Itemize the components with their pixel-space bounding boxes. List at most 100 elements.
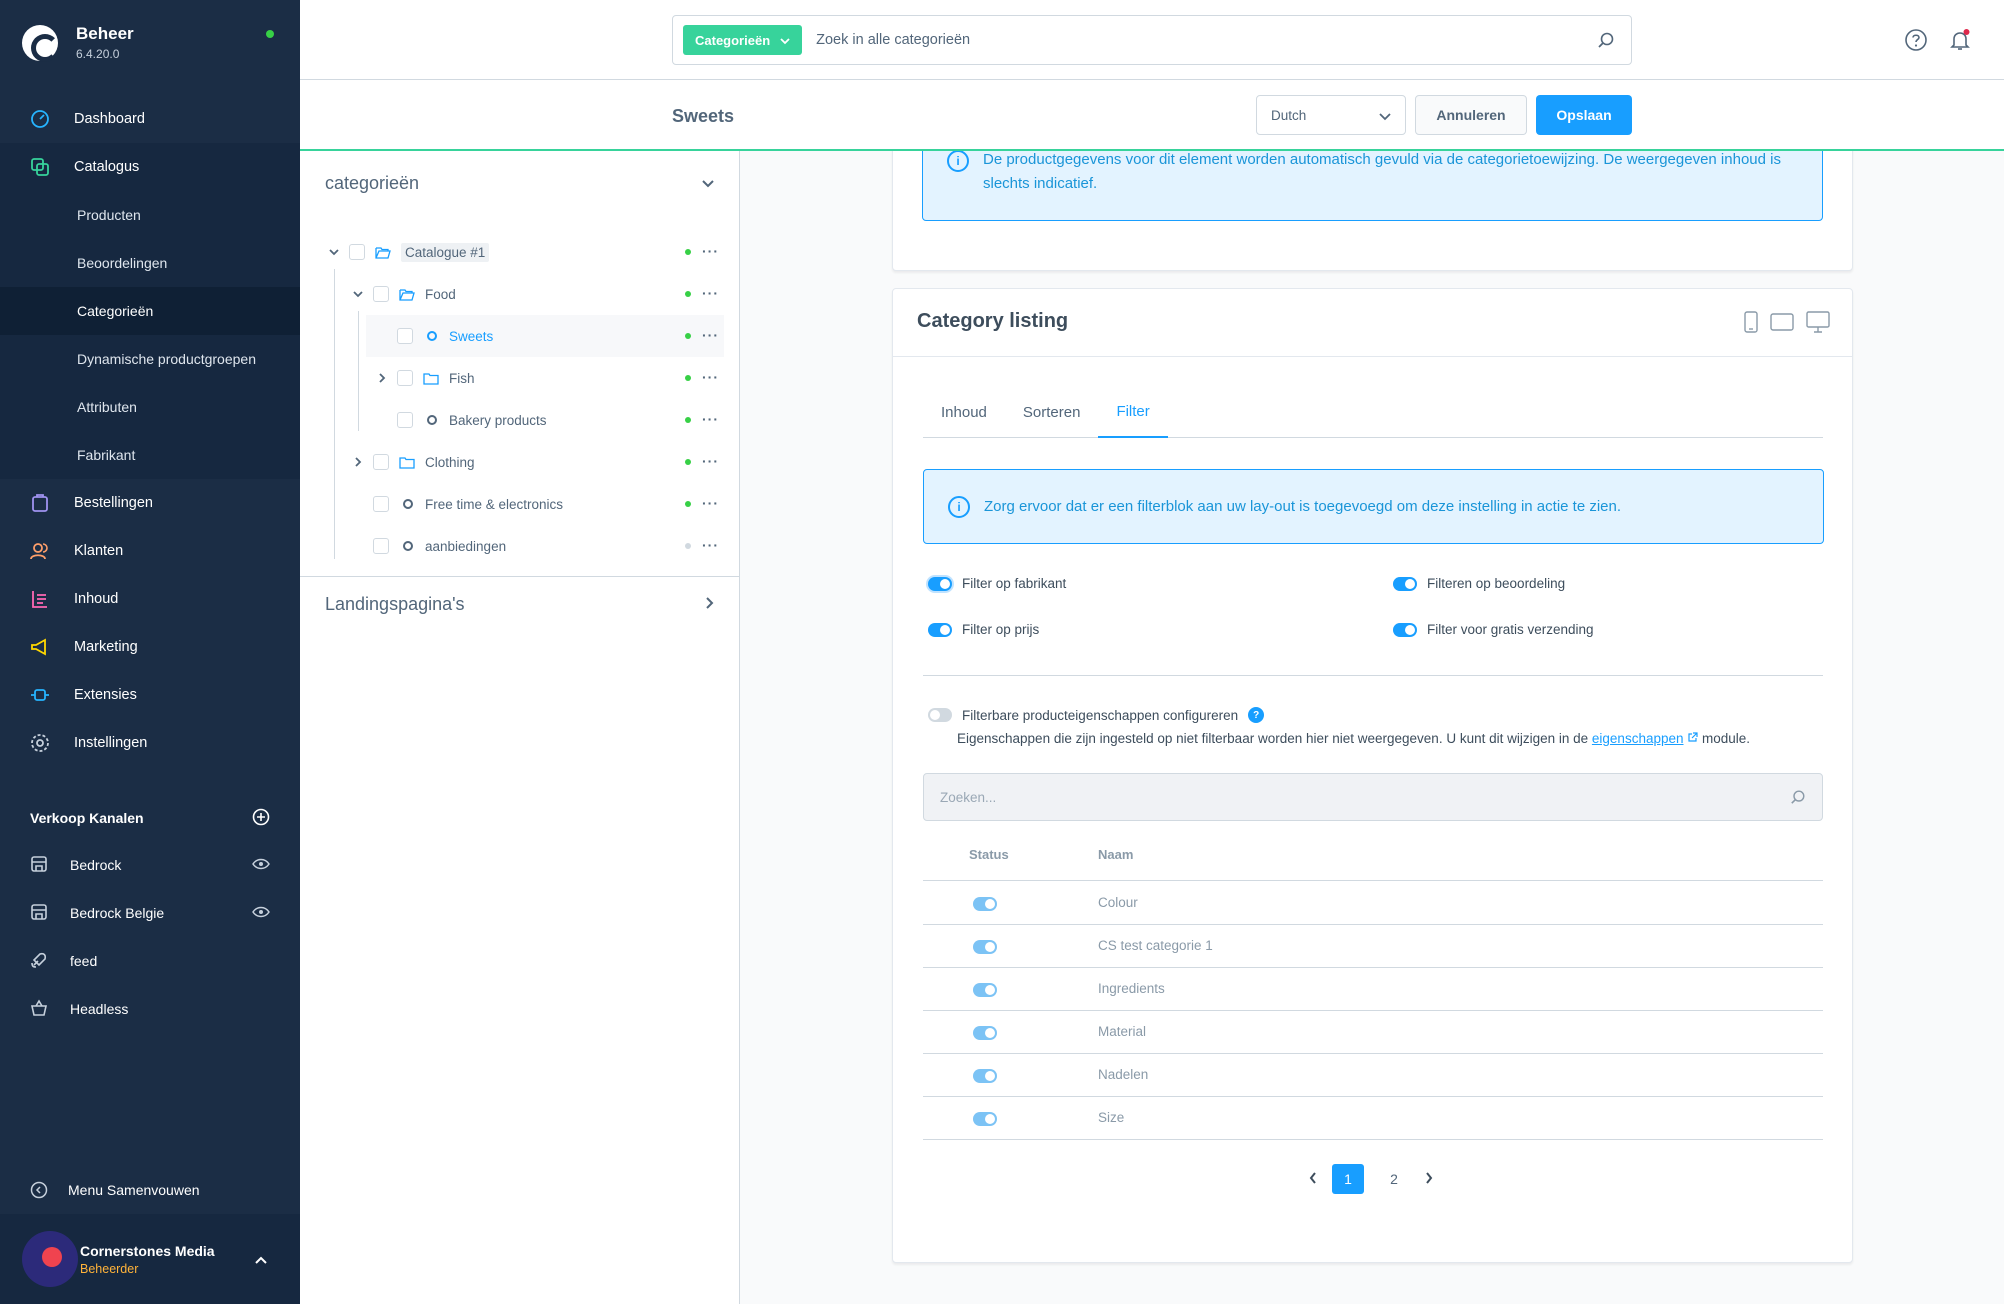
channel-bedrock[interactable]: Bedrock <box>0 841 300 889</box>
context-menu-icon[interactable]: ··· <box>702 285 719 301</box>
page-button[interactable]: 1 <box>1332 1164 1364 1194</box>
help-icon[interactable]: ? <box>1248 707 1265 723</box>
search-type-select[interactable]: Categorieën <box>683 25 803 55</box>
cancel-button[interactable]: Annuleren <box>1415 95 1527 135</box>
tab-sorteren[interactable]: Sorteren <box>1005 387 1099 437</box>
context-menu-icon[interactable]: ··· <box>702 369 719 385</box>
tree-checkbox[interactable] <box>373 538 389 554</box>
channel-headless[interactable]: Headless <box>0 985 300 1033</box>
tab-filter[interactable]: Filter <box>1098 387 1168 438</box>
toggle-switch[interactable] <box>973 1112 997 1126</box>
tree-item[interactable]: Bakery products ··· <box>300 399 740 441</box>
nav-dashboard[interactable]: Dashboard <box>0 95 300 143</box>
toggle-switch[interactable] <box>928 622 952 637</box>
language-select[interactable]: Dutch <box>1256 95 1406 135</box>
toggle-switch[interactable] <box>928 708 952 722</box>
tree-checkbox[interactable] <box>373 496 389 512</box>
nav-marketing[interactable]: Marketing <box>0 623 300 671</box>
tree-checkbox[interactable] <box>373 454 389 470</box>
switch-filter-price[interactable]: Filter op prijs <box>928 622 1039 637</box>
chevron-down-icon[interactable] <box>325 248 343 256</box>
tree-checkbox[interactable] <box>397 370 413 386</box>
chevron-down-icon[interactable] <box>349 290 367 298</box>
nav-extensies[interactable]: Extensies <box>0 671 300 719</box>
desktop-view-icon[interactable] <box>1806 311 1830 338</box>
nav-fabrikant[interactable]: Fabrikant <box>0 431 300 479</box>
context-menu-icon[interactable]: ··· <box>702 537 719 553</box>
search-icon[interactable] <box>1790 789 1806 805</box>
toggle-switch[interactable] <box>1393 622 1417 637</box>
toggle-switch[interactable] <box>973 897 997 911</box>
tree-item-selected[interactable]: Sweets ··· <box>366 315 724 357</box>
channel-feed[interactable]: feed <box>0 937 300 985</box>
add-channel-icon[interactable] <box>252 808 270 829</box>
nav-attributen[interactable]: Attributen <box>0 383 300 431</box>
help-icon[interactable] <box>1904 28 1928 57</box>
eye-icon[interactable] <box>252 857 270 873</box>
toggle-switch[interactable] <box>928 576 952 591</box>
search-icon[interactable] <box>1597 31 1615 49</box>
toggle-switch[interactable] <box>973 1069 997 1083</box>
nav-producten[interactable]: Producten <box>0 191 300 239</box>
tree-item[interactable]: Food ··· <box>300 273 740 315</box>
nav-klanten[interactable]: Klanten <box>0 527 300 575</box>
eye-icon[interactable] <box>252 905 270 921</box>
mobile-view-icon[interactable] <box>1744 311 1758 338</box>
tree-checkbox[interactable] <box>349 244 365 260</box>
context-menu-icon[interactable]: ··· <box>702 327 719 343</box>
chevron-down-icon[interactable] <box>701 173 715 194</box>
context-menu-icon[interactable]: ··· <box>702 495 719 511</box>
tab-inhoud[interactable]: Inhoud <box>923 387 1005 437</box>
nav-dynamische-productgroepen[interactable]: Dynamische productgroepen <box>0 335 300 383</box>
property-search-input[interactable]: Zoeken... <box>923 773 1823 821</box>
nav-catalogus[interactable]: Catalogus <box>0 143 300 191</box>
toggle-switch[interactable] <box>973 1026 997 1040</box>
switch-filter-manufacturer[interactable]: Filter op fabrikant <box>928 576 1066 591</box>
chevron-right-icon[interactable] <box>373 373 391 383</box>
global-search[interactable]: Categorieën Zoek in alle categorieën <box>672 15 1632 65</box>
search-input[interactable]: Zoek in alle categorieën <box>816 32 1597 48</box>
nav-instellingen[interactable]: Instellingen <box>0 719 300 767</box>
column-status[interactable]: Status <box>969 847 1009 862</box>
save-button[interactable]: Opslaan <box>1536 95 1632 135</box>
nav-inhoud[interactable]: Inhoud <box>0 575 300 623</box>
tree-checkbox[interactable] <box>397 328 413 344</box>
tree-item[interactable]: Clothing ··· <box>300 441 740 483</box>
nav-bestellingen[interactable]: Bestellingen <box>0 479 300 527</box>
nav-beoordelingen[interactable]: Beoordelingen <box>0 239 300 287</box>
tree-item[interactable]: aanbiedingen ··· <box>300 525 740 567</box>
toggle-switch[interactable] <box>1393 576 1417 591</box>
landing-pages-header[interactable]: Landingspagina's <box>325 594 715 615</box>
context-menu-icon[interactable]: ··· <box>702 453 719 469</box>
toggle-switch[interactable] <box>973 940 997 954</box>
notification-bell-icon[interactable] <box>1948 28 1972 57</box>
category-tree-header[interactable]: categorieën <box>325 173 715 194</box>
switch-filter-rating[interactable]: Filteren op beoordeling <box>1393 576 1565 591</box>
tree-item[interactable]: Fish ··· <box>300 357 740 399</box>
collapse-menu-button[interactable]: Menu Samenvouwen <box>0 1166 300 1214</box>
column-name[interactable]: Naam <box>1098 847 1133 862</box>
brand[interactable]: Beheer 6.4.20.0 <box>22 24 134 62</box>
context-menu-icon[interactable]: ··· <box>702 411 719 427</box>
chevron-right-icon[interactable] <box>705 594 715 615</box>
folder-icon <box>423 372 441 385</box>
chevron-right-icon[interactable] <box>349 457 367 467</box>
nav-categorieen[interactable]: Categorieën <box>0 287 300 335</box>
chevron-up-icon[interactable] <box>254 1252 268 1270</box>
channel-bedrock-belgie[interactable]: Bedrock Belgie <box>0 889 300 937</box>
table-row: Nadelen <box>923 1054 1823 1097</box>
tree-item[interactable]: Free time & electronics ··· <box>300 483 740 525</box>
switch-filter-free-shipping[interactable]: Filter voor gratis verzending <box>1393 622 1594 637</box>
properties-link[interactable]: eigenschappen <box>1592 731 1684 746</box>
user-menu[interactable]: Cornerstones Media Beheerder <box>0 1214 300 1304</box>
tree-checkbox[interactable] <box>373 286 389 302</box>
chevron-left-icon[interactable] <box>1308 1171 1318 1188</box>
tree-item[interactable]: Catalogue #1 ··· <box>300 231 740 273</box>
toggle-switch[interactable] <box>973 983 997 997</box>
tree-checkbox[interactable] <box>397 412 413 428</box>
context-menu-icon[interactable]: ··· <box>702 243 719 259</box>
tablet-view-icon[interactable] <box>1770 313 1794 336</box>
switch-configure-properties[interactable]: Filterbare producteigenschappen configur… <box>928 707 1265 723</box>
page-button[interactable]: 2 <box>1378 1164 1410 1194</box>
chevron-right-icon[interactable] <box>1424 1171 1434 1188</box>
